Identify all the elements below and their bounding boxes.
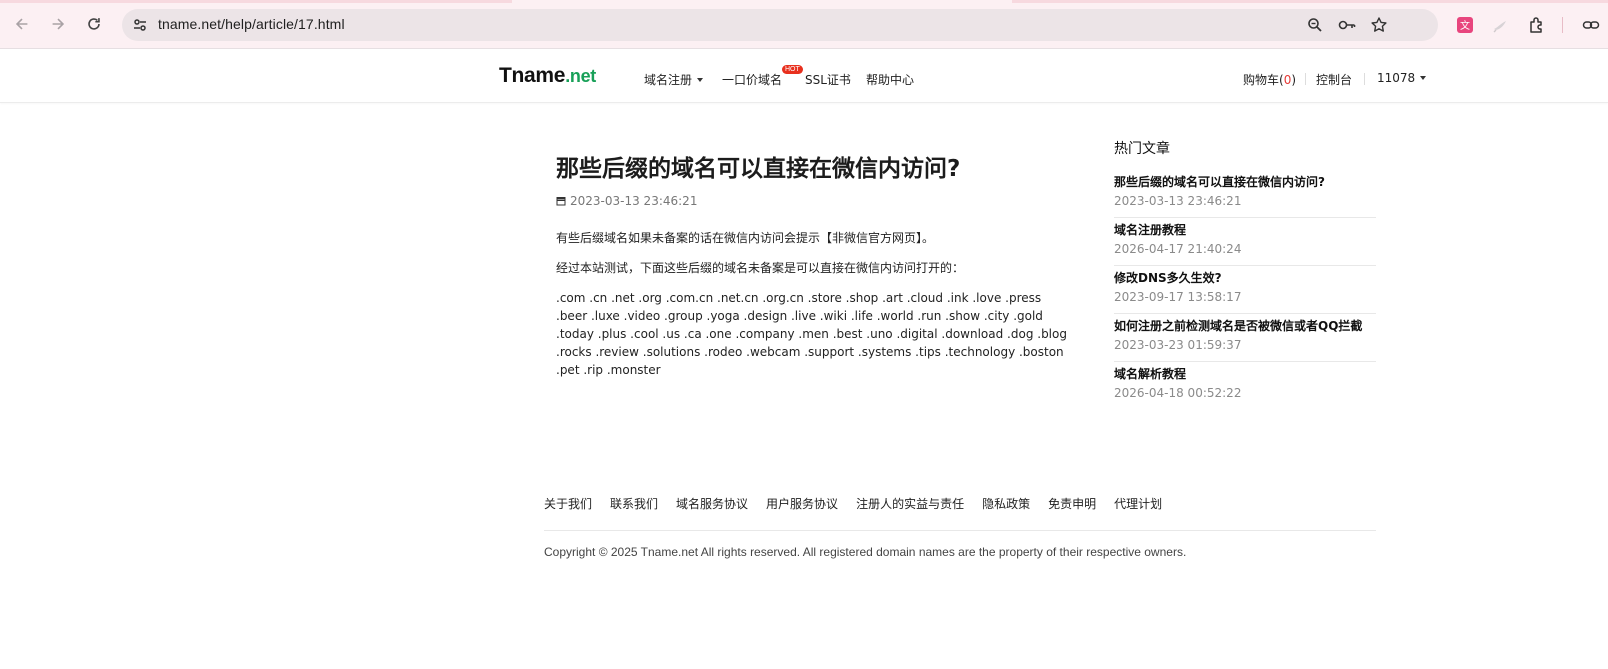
extensions-puzzle-icon[interactable] xyxy=(1527,15,1547,35)
hot-article-item[interactable]: 域名解析教程 2026-04-18 00:52:22 xyxy=(1114,362,1376,409)
article-date: 2023-03-13 23:46:21 xyxy=(556,194,697,208)
toolbar-divider xyxy=(1562,17,1563,33)
nav-help-label: 帮助中心 xyxy=(866,73,915,87)
footer-link-about[interactable]: 关于我们 xyxy=(544,495,592,512)
hot-article-title[interactable]: 那些后缀的域名可以直接在微信内访问? xyxy=(1114,174,1376,191)
user-id: 11078 xyxy=(1377,71,1416,85)
site-info-icon[interactable] xyxy=(129,15,151,35)
link-icon[interactable] xyxy=(1581,15,1601,35)
bookmark-star-icon[interactable] xyxy=(1369,15,1389,35)
nav-help[interactable]: 帮助中心 xyxy=(866,71,914,88)
hot-article-title[interactable]: 修改DNS多久生效? xyxy=(1114,270,1376,287)
hot-article-date: 2026-04-18 00:52:22 xyxy=(1114,386,1242,400)
hot-article-date: 2023-03-23 01:59:37 xyxy=(1114,338,1242,352)
copyright-text: Copyright © 2025 Tname.net All rights re… xyxy=(544,545,1187,559)
nav-domain-register-label: 域名注册 xyxy=(644,73,693,87)
hot-article-date: 2023-03-13 23:46:21 xyxy=(1114,194,1242,208)
calendar-icon xyxy=(556,197,566,206)
nav-domain-register[interactable]: 域名注册 xyxy=(644,71,704,88)
svg-text:文: 文 xyxy=(1460,19,1470,32)
chevron-down-icon xyxy=(1420,76,1427,80)
console-link[interactable]: 控制台 xyxy=(1316,71,1352,88)
nav-ssl[interactable]: SSL证书 xyxy=(805,71,851,88)
zoom-icon[interactable] xyxy=(1305,15,1325,35)
nav-fixed-price-label: 一口价域名 xyxy=(722,73,783,87)
sidebar-heading: 热门文章 xyxy=(1114,141,1170,157)
logo-tld: .net xyxy=(565,66,596,86)
hot-articles-sidebar: 热门文章 那些后缀的域名可以直接在微信内访问? 2023-03-13 23:46… xyxy=(1114,138,1376,409)
hot-article-title[interactable]: 域名注册教程 xyxy=(1114,222,1376,239)
translate-extension-icon[interactable]: 文 xyxy=(1455,15,1475,35)
footer-link-domain-agreement[interactable]: 域名服务协议 xyxy=(676,495,748,512)
site-header: Tname.net 域名注册 一口价域名 SSL证书 帮助中心 购物车(0) 控… xyxy=(0,49,1608,103)
extension-icon-2[interactable] xyxy=(1490,15,1510,35)
footer-divider xyxy=(544,530,1376,531)
hot-article-title[interactable]: 如何注册之前检测域名是否被微信或者QQ拦截 xyxy=(1114,318,1376,335)
tld-list: .com .cn .net .org .com.cn .net.cn .org.… xyxy=(556,291,1067,377)
footer-link-contact[interactable]: 联系我们 xyxy=(610,495,658,512)
nav-fixed-price[interactable]: 一口价域名 xyxy=(722,71,782,88)
reload-icon[interactable] xyxy=(84,14,104,34)
footer-link-disclaimer[interactable]: 免责申明 xyxy=(1048,495,1096,512)
footer-link-privacy[interactable]: 隐私政策 xyxy=(982,495,1030,512)
forward-arrow-icon[interactable] xyxy=(48,14,68,34)
hot-article-item[interactable]: 那些后缀的域名可以直接在微信内访问? 2023-03-13 23:46:21 xyxy=(1114,170,1376,218)
article-date-text: 2023-03-13 23:46:21 xyxy=(570,194,698,208)
hot-article-date: 2023-09-17 13:58:17 xyxy=(1114,290,1242,304)
footer-link-agent-program[interactable]: 代理计划 xyxy=(1114,495,1162,512)
hot-article-item[interactable]: 域名注册教程 2026-04-17 21:40:24 xyxy=(1114,218,1376,266)
user-menu[interactable]: 11078 xyxy=(1377,71,1427,85)
tab-strip xyxy=(0,0,1608,3)
cart-label: 购物车( xyxy=(1243,73,1284,87)
url-text[interactable]: tname.net/help/article/17.html xyxy=(158,16,345,32)
site-logo[interactable]: Tname.net xyxy=(499,64,596,88)
address-bar[interactable]: tname.net/help/article/17.html xyxy=(122,9,1438,41)
console-label: 控制台 xyxy=(1316,73,1353,87)
cart-close: ) xyxy=(1291,73,1297,87)
hot-article-title[interactable]: 域名解析教程 xyxy=(1114,366,1376,383)
article-body: 有些后缀域名如果未备案的话在微信内访问会提示【非微信官方网页】。 经过本站测试，… xyxy=(556,229,1070,391)
hot-article-item[interactable]: 修改DNS多久生效? 2023-09-17 13:58:17 xyxy=(1114,266,1376,314)
password-key-icon[interactable] xyxy=(1337,15,1357,35)
article-title: 那些后缀的域名可以直接在微信内访问? xyxy=(556,156,961,182)
hot-badge: HOT xyxy=(782,65,803,74)
logo-main: Tname xyxy=(499,64,566,87)
nav-divider xyxy=(1364,73,1365,85)
footer-link-registrant-rights[interactable]: 注册人的实益与责任 xyxy=(856,495,964,512)
article-paragraph: 有些后缀域名如果未备案的话在微信内访问会提示【非微信官方网页】。 xyxy=(556,231,935,245)
nav-ssl-label: SSL证书 xyxy=(805,73,851,87)
cart-link[interactable]: 购物车(0) xyxy=(1243,71,1296,88)
back-arrow-icon[interactable] xyxy=(12,14,32,34)
article-paragraph: 经过本站测试，下面这些后缀的域名未备案是可以直接在微信内访问打开的： xyxy=(556,261,965,275)
hot-article-date: 2026-04-17 21:40:24 xyxy=(1114,242,1242,256)
nav-divider xyxy=(1305,73,1306,85)
footer-links: 关于我们 联系我们 域名服务协议 用户服务协议 注册人的实益与责任 隐私政策 免… xyxy=(544,495,1180,512)
footer-link-user-agreement[interactable]: 用户服务协议 xyxy=(766,495,838,512)
hot-article-item[interactable]: 如何注册之前检测域名是否被微信或者QQ拦截 2023-03-23 01:59:3… xyxy=(1114,314,1376,362)
chevron-down-icon xyxy=(697,78,704,82)
browser-toolbar: tname.net/help/article/17.html 文 xyxy=(0,0,1608,49)
